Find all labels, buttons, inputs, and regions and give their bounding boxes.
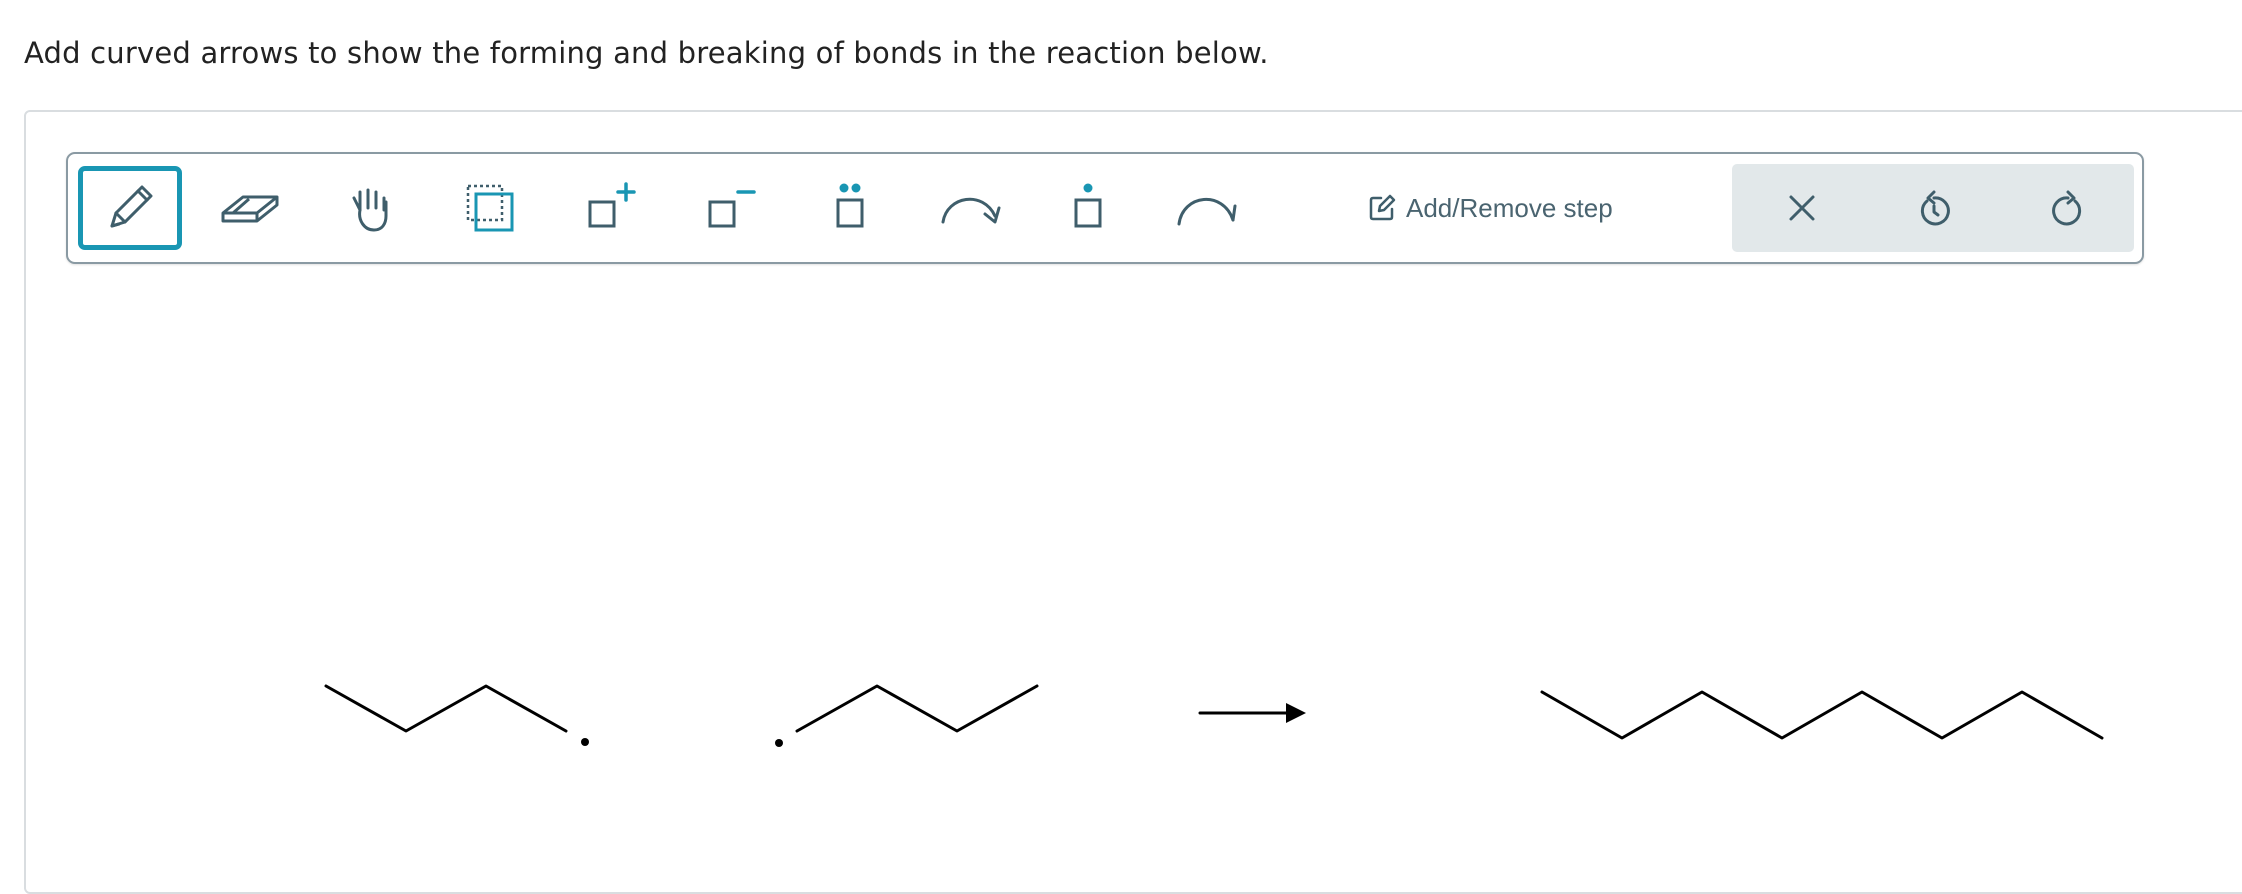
redo-button[interactable] (2008, 164, 2128, 252)
add-remove-step-button[interactable]: Add/Remove step (1368, 166, 1613, 250)
drawing-toolbar: Add/Remove step (66, 152, 2144, 264)
undo-icon (1920, 190, 1950, 226)
edit-icon (1369, 194, 1396, 221)
positive-charge-tool[interactable] (558, 166, 662, 250)
redo-icon (2052, 190, 2082, 226)
fishhook-arrow-icon (1177, 197, 1237, 226)
box-lone-pair-icon (836, 183, 864, 228)
curved-arrow-tool[interactable] (918, 166, 1022, 250)
box-minus-icon (708, 190, 756, 228)
close-icon (1789, 195, 1815, 221)
undo-button[interactable] (1874, 164, 1994, 252)
box-single-electron-icon (1074, 183, 1102, 228)
move-tool[interactable] (318, 166, 422, 250)
eraser-tool[interactable] (198, 166, 302, 250)
pencil-tool[interactable] (78, 166, 182, 250)
fishhook-arrow-tool[interactable] (1154, 166, 1258, 250)
clear-button[interactable] (1742, 164, 1862, 252)
question-prompt: Add curved arrows to show the forming an… (24, 36, 1269, 70)
eraser-icon (221, 195, 279, 223)
hand-icon (352, 188, 388, 232)
lone-pair-tool[interactable] (798, 166, 902, 250)
history-actions (1732, 164, 2134, 252)
pencil-icon (110, 185, 153, 228)
add-remove-step-label: Add/Remove step (1406, 192, 1613, 223)
radical-tool[interactable] (1036, 166, 1140, 250)
box-plus-icon (588, 182, 636, 228)
negative-charge-tool[interactable] (678, 166, 782, 250)
double-headed-curved-arrow-icon (941, 197, 1001, 224)
marquee-select-icon (466, 184, 514, 232)
select-tool[interactable] (438, 166, 542, 250)
